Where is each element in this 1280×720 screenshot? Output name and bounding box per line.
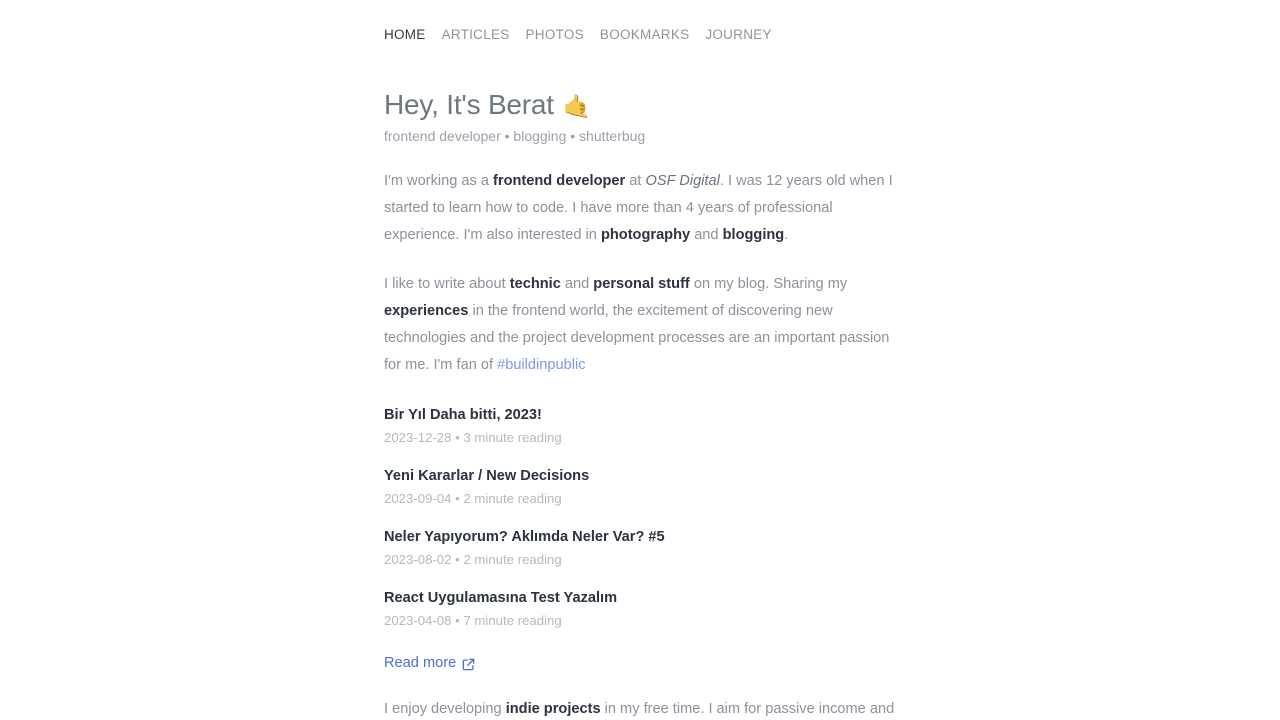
intro-photography-strong: photography [600,227,691,243]
blogging-paragraph: I like to write about technic and person… [384,271,896,379]
page-title-text: Hey, It's Berat [384,89,554,120]
buildinpublic-hashtag-link[interactable]: #buildinpublic [497,357,585,373]
post-list: Bir Yıl Daha bitti, 2023! 2023-12-28 • 3… [384,405,896,631]
post-date: 2023-04-08 [384,613,452,628]
hero-section: Hey, It's Berat 🤙 frontend developer • b… [384,88,896,146]
post-meta: 2023-04-08 • 7 minute reading [384,610,896,631]
read-more-link[interactable]: Read more [384,653,475,674]
nav-item-bookmarks[interactable]: BOOKMARKS [600,26,689,44]
projects-text-1: I enjoy developing [384,701,506,717]
list-item[interactable]: Yeni Kararlar / New Decisions 2023-09-04… [384,466,896,509]
hand-gesture-emoji-icon: 🤙 [562,93,592,119]
nav-item-articles[interactable]: ARTICLES [442,26,510,44]
post-meta: 2023-12-28 • 3 minute reading [384,427,896,448]
post-date: 2023-12-28 [384,430,452,445]
post-reading-time: 3 minute reading [463,430,562,445]
page-title: Hey, It's Berat 🤙 [384,88,896,122]
post-meta-separator: • [455,491,460,506]
page-root: HOME ARTICLES PHOTOS BOOKMARKS JOURNEY H… [0,0,1280,720]
main-navigation: HOME ARTICLES PHOTOS BOOKMARKS JOURNEY [384,0,896,44]
indie-projects-strong: indie projects [505,701,601,717]
list-item[interactable]: React Uygulamasına Test Yazalım 2023-04-… [384,588,896,631]
blogging-text-3: on my blog. Sharing my [689,276,848,292]
blogging-technic-strong: technic [509,276,561,292]
post-reading-time: 2 minute reading [463,491,562,506]
post-title-link[interactable]: Yeni Kararlar / New Decisions [384,466,896,487]
intro-text-5: . [784,227,789,243]
read-more-label: Read more [384,655,457,671]
intro-company-em: OSF Digital [645,173,720,189]
post-meta-separator: • [455,613,460,628]
projects-paragraph: I enjoy developing indie projects in my … [384,696,896,720]
nav-item-home[interactable]: HOME [384,26,426,44]
external-link-icon [462,658,475,671]
post-title-link[interactable]: React Uygulamasına Test Yazalım [384,588,896,609]
intro-text-1: I'm working as a [384,173,494,189]
post-date: 2023-09-04 [384,491,452,506]
post-reading-time: 7 minute reading [463,613,562,628]
hero-subtitle: frontend developer • blogging • shutterb… [384,128,646,144]
read-more-row: Read more [384,653,896,674]
post-meta-separator: • [455,430,460,445]
blogging-text-2: and [560,276,594,292]
list-item[interactable]: Neler Yapıyorum? Aklımda Neler Var? #5 2… [384,527,896,570]
list-item[interactable]: Bir Yıl Daha bitti, 2023! 2023-12-28 • 3… [384,405,896,448]
post-date: 2023-08-02 [384,552,452,567]
intro-text-2: at [625,173,646,189]
post-meta: 2023-08-02 • 2 minute reading [384,549,896,570]
post-meta: 2023-09-04 • 2 minute reading [384,488,896,509]
post-reading-time: 2 minute reading [463,552,562,567]
nav-item-journey[interactable]: JOURNEY [705,26,771,44]
post-title-link[interactable]: Neler Yapıyorum? Aklımda Neler Var? #5 [384,527,896,548]
intro-paragraph: I'm working as a frontend developer at O… [384,168,896,249]
intro-blogging-strong: blogging [722,227,785,243]
blogging-personal-strong: personal stuff [593,276,690,292]
nav-item-photos[interactable]: PHOTOS [526,26,584,44]
content-column: HOME ARTICLES PHOTOS BOOKMARKS JOURNEY H… [384,0,896,720]
post-title-link[interactable]: Bir Yıl Daha bitti, 2023! [384,405,896,426]
post-meta-separator: • [455,552,460,567]
blogging-experiences-strong: experiences [384,303,469,319]
intro-text-4: and [690,227,723,243]
blogging-text-1: I like to write about [384,276,510,292]
intro-role-strong: frontend developer [493,173,626,189]
